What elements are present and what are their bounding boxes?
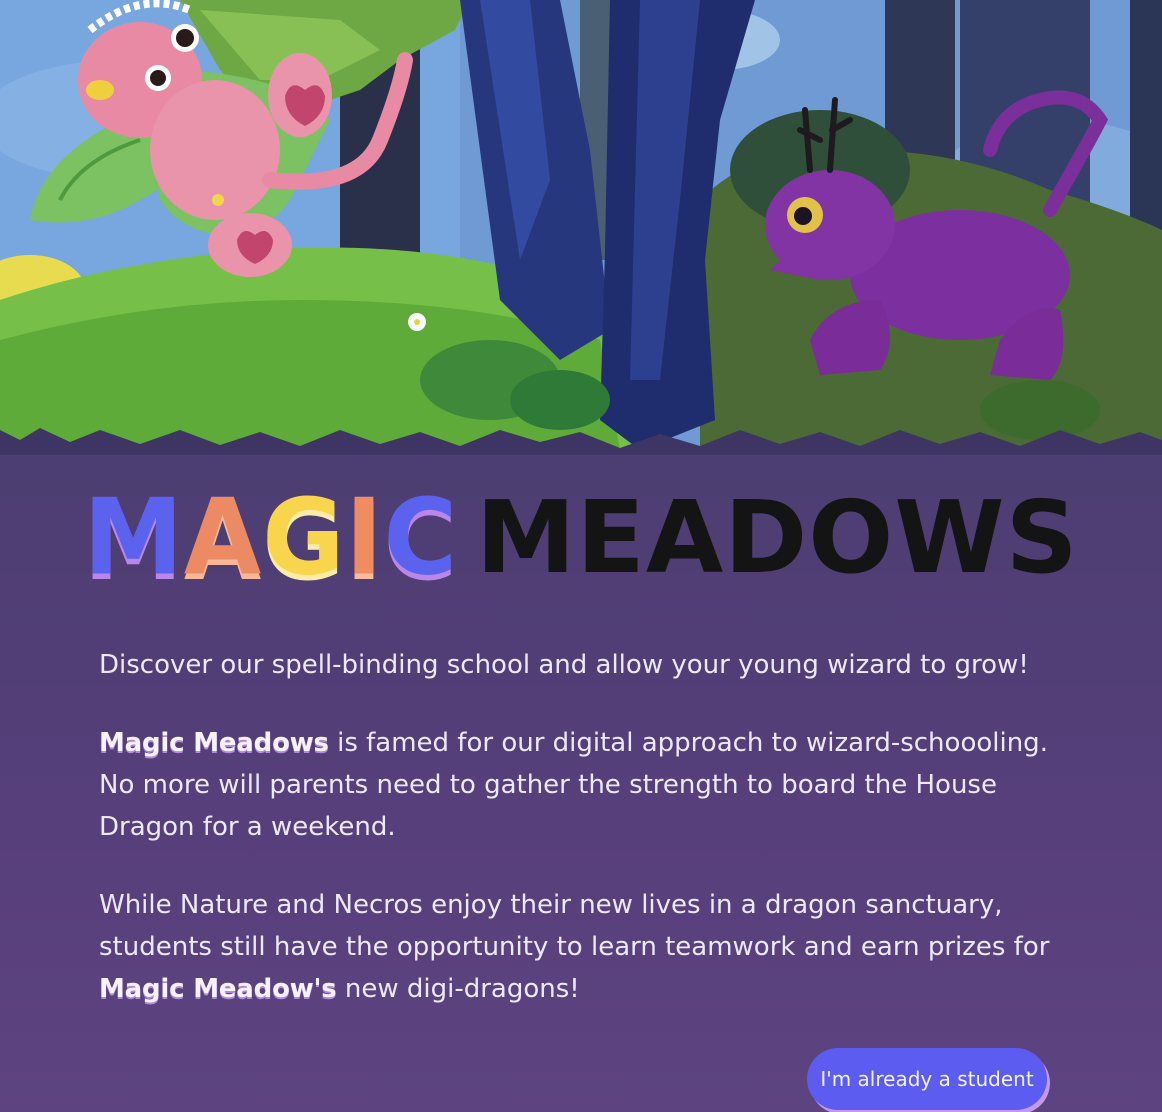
title-word-magic: MAGIC [83, 476, 459, 599]
title-letter: I [345, 476, 384, 599]
brand-name: Magic Meadows [99, 728, 329, 758]
intro-text: Discover our spell-binding school and al… [99, 650, 1029, 680]
landing-page: MAGIC MEADOWS Discover our spell-binding… [0, 0, 1162, 1112]
title-letter: M [83, 476, 184, 599]
title-letter: G [262, 476, 346, 599]
intro-content: Discover our spell-binding school and al… [99, 644, 1059, 1046]
dragons-paragraph: While Nature and Necros enjoy their new … [99, 884, 1059, 1010]
hero-illustration [0, 0, 1162, 455]
about-paragraph: Magic Meadows is famed for our digital a… [99, 722, 1059, 848]
title-letter: A [183, 476, 263, 599]
dragons-text-end: new digi-dragons! [336, 974, 580, 1004]
site-title: MAGIC MEADOWS [0, 476, 1162, 599]
existing-student-button[interactable]: I'm already a student [807, 1048, 1047, 1110]
title-letter: C [383, 476, 459, 599]
intro-paragraph: Discover our spell-binding school and al… [99, 644, 1059, 686]
brand-name-possessive: Magic Meadow's [99, 974, 337, 1004]
dragons-text-start: While Nature and Necros enjoy their new … [99, 890, 1050, 962]
title-word-meadows: MEADOWS [476, 479, 1079, 596]
